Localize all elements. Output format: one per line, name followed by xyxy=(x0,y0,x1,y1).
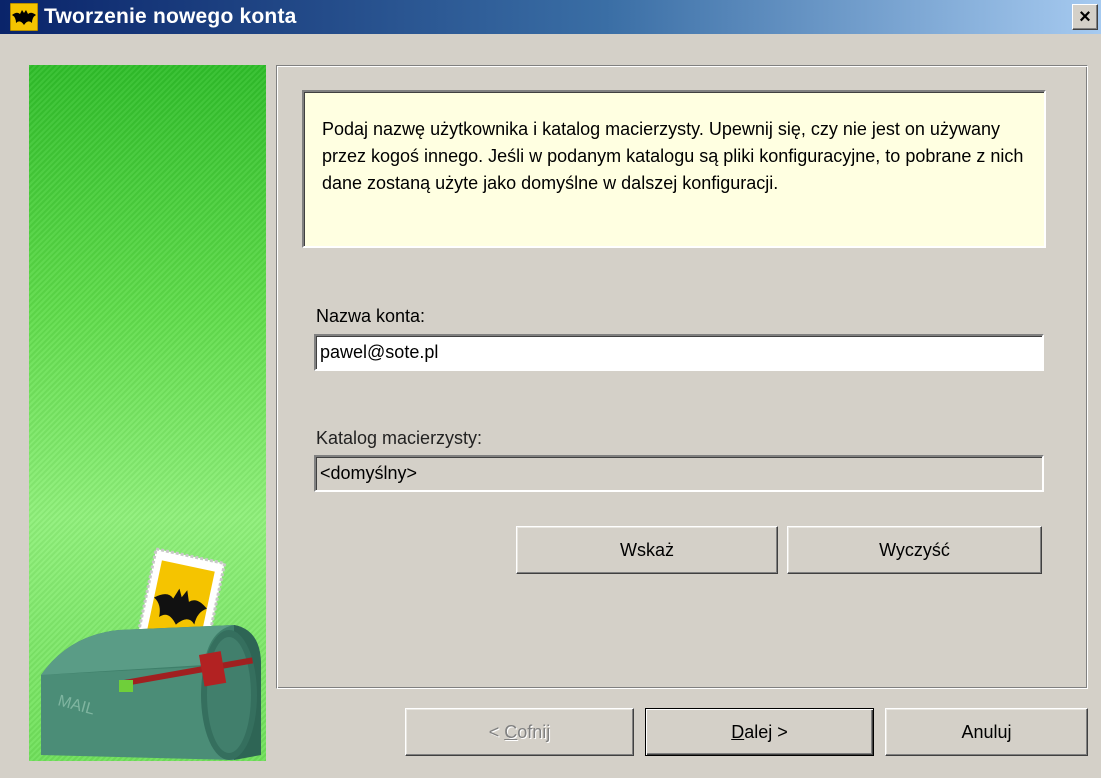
cancel-button[interactable]: Anuluj xyxy=(885,708,1088,756)
close-icon: × xyxy=(1079,6,1091,28)
back-rest: ofnij xyxy=(517,721,551,742)
mailbox-illustration: MAIL xyxy=(41,547,261,760)
account-name-label: Nazwa konta: xyxy=(316,306,426,326)
home-directory-field[interactable]: <domyślny> xyxy=(314,455,1044,492)
next-rest: alej > xyxy=(744,721,788,742)
browse-button[interactable]: Wskaż xyxy=(516,526,778,574)
account-name-input[interactable] xyxy=(314,334,1044,371)
info-message: Podaj nazwę użytkownika i katalog macier… xyxy=(302,90,1046,248)
home-directory-label: Katalog macierzysty: xyxy=(316,428,483,448)
close-button[interactable]: × xyxy=(1072,4,1098,30)
next-accel: D xyxy=(731,721,745,742)
back-prefix: < xyxy=(488,721,505,742)
back-accel: C xyxy=(504,721,518,742)
wizard-banner: MAIL xyxy=(29,65,266,761)
the-bat-app-icon xyxy=(9,2,39,32)
clear-button[interactable]: Wyczyść xyxy=(787,526,1042,574)
window-title: Tworzenie nowego konta xyxy=(44,5,297,28)
back-button[interactable]: < Cofnij xyxy=(405,708,634,756)
next-button[interactable]: Dalej > xyxy=(645,708,874,756)
title-bar[interactable]: Tworzenie nowego konta × xyxy=(0,0,1101,34)
